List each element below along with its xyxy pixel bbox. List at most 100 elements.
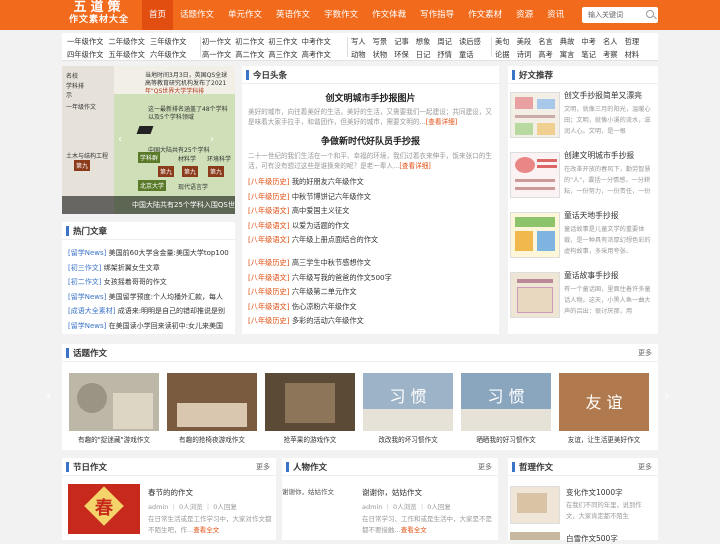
item-title[interactable]: 创文手抄报简单又漂亮 [564, 90, 642, 101]
cat-link[interactable]: 美段 [517, 36, 532, 48]
cat-link[interactable]: 高二作文 [235, 49, 264, 61]
cat-link[interactable]: 高一作文 [202, 49, 231, 61]
item-tag[interactable]: [八年级语文] [248, 302, 290, 311]
cat-link[interactable]: 寓言 [560, 49, 575, 61]
cat-link[interactable]: 初三作文 [268, 36, 297, 48]
list-item[interactable]: [八年级语文] 以爱为话题的作文 [248, 219, 494, 234]
more-link[interactable]: 更多 [638, 462, 652, 472]
cat-link[interactable]: 童话 [459, 49, 481, 61]
cat-link[interactable]: 典故 [560, 36, 575, 48]
cat-link[interactable]: 记事 [394, 36, 409, 48]
item-tag[interactable]: [留学News] [68, 322, 106, 330]
thumbnail-image[interactable] [510, 92, 560, 138]
item-tag[interactable]: [八年级历史] [248, 287, 290, 296]
list-item[interactable]: [八年级语文] 六年级写我的爸爸的作文500字 [248, 271, 494, 286]
list-item[interactable]: [八年级历史] 高三学生中秋节感想作文 [248, 256, 494, 271]
post-thumbnail[interactable] [510, 486, 560, 524]
site-logo[interactable]: 五道策 作文素材大全 [62, 1, 136, 29]
cat-link[interactable]: 周记 [437, 36, 452, 48]
item-tag[interactable]: [八年级语文] [248, 206, 290, 215]
cat-link[interactable]: 五年级作文 [108, 49, 144, 61]
more-link[interactable]: 更多 [478, 462, 492, 472]
item-tag[interactable]: [成语大全素材] [68, 307, 115, 315]
cat-link[interactable]: 初二作文 [235, 36, 264, 48]
more-link[interactable]: 更多 [256, 462, 270, 472]
item-tag[interactable]: [初三作文] [68, 264, 101, 272]
list-item[interactable]: [八年级语文] 伤心凉粉六年级作文 [248, 300, 494, 315]
nav-writing-guide[interactable]: 写作指导 [413, 0, 461, 30]
cat-link[interactable]: 六年级作文 [150, 49, 186, 61]
read-more-link[interactable]: [查看详细] [399, 162, 431, 170]
cat-link[interactable]: 一年级作文 [67, 36, 103, 48]
carousel-next-arrow-icon[interactable]: › [664, 388, 670, 404]
nav-home[interactable]: 首页 [142, 0, 174, 30]
cat-link[interactable]: 读后感 [459, 36, 481, 48]
nav-news[interactable]: 资讯 [540, 0, 571, 30]
cat-link[interactable]: 考察 [603, 49, 618, 61]
item-title[interactable]: 高中爱国主义征文 [292, 206, 350, 215]
thumbnail-image[interactable] [510, 212, 560, 258]
slider-next-arrow-icon[interactable]: › [210, 134, 214, 145]
cat-link[interactable]: 三年级作文 [150, 36, 186, 48]
topic-caption[interactable]: 改改我的坏习惯作文 [358, 434, 458, 444]
item-title[interactable]: 伤心凉粉六年级作文 [292, 302, 357, 311]
item-tag[interactable]: [留学News] [68, 249, 106, 257]
item-title[interactable]: 在美国读小学回来读初中:女儿来美国 [109, 322, 223, 330]
list-item[interactable]: [八年级历史] 我的好朋友六年级作文 [248, 175, 494, 190]
topic-image[interactable] [167, 373, 257, 431]
search-input[interactable]: 输入关键词 [582, 7, 658, 23]
topic-image[interactable]: 习 惯 [363, 373, 453, 431]
search-icon[interactable] [646, 10, 654, 18]
recommended-item[interactable]: 创建文明城市手抄报 在改革开放的春风下，勤劳智慧的"人"，囊括一分情感，一分耕耘… [510, 148, 656, 204]
recommended-item[interactable]: 创文手抄报简单又漂亮 文明，就像三月的阳光，温暖心田；文明，就像小溪的流水，滋润… [510, 88, 656, 144]
cat-link[interactable]: 诗词 [517, 49, 532, 61]
topic-caption[interactable]: 有趣的抢椅夜游戏作文 [162, 434, 262, 444]
item-title[interactable]: 童话天地手抄报 [564, 210, 619, 221]
cat-link[interactable]: 高三作文 [268, 49, 297, 61]
post-title[interactable]: 白雪作文500字 [566, 533, 618, 544]
cat-link[interactable]: 动物 [351, 49, 366, 61]
read-more-link[interactable]: [查看详细] [426, 118, 458, 126]
item-title[interactable]: 成语来:明明是自己的错却推说是别 [118, 307, 225, 315]
list-item[interactable]: [八年级历史] 多彩的活动六年级作文 [248, 314, 494, 329]
cat-link[interactable]: 材料 [625, 49, 640, 61]
topic-image[interactable] [69, 373, 159, 431]
broken-image-placeholder[interactable]: 谢谢你，姑姑作文 [282, 486, 334, 496]
list-item[interactable]: [初二作文] 女孩摇着哥哥的作文 [68, 275, 231, 290]
item-title[interactable]: 以爱为话题的作文 [292, 221, 350, 230]
topic-image[interactable]: 习 惯 [461, 373, 551, 431]
topic-caption[interactable]: 晒晒我的好习惯作文 [456, 434, 556, 444]
item-tag[interactable]: [八年级历史] [248, 258, 290, 267]
post-title[interactable]: 变化作文1000字 [566, 487, 623, 498]
item-title[interactable]: 六年级第二单元作文 [292, 287, 357, 296]
item-title[interactable]: 中秋节博饼记六年级作文 [292, 192, 371, 201]
cat-link[interactable]: 二年级作文 [108, 36, 144, 48]
item-tag[interactable]: [八年级历史] [248, 316, 290, 325]
item-tag[interactable]: [初二作文] [68, 278, 101, 286]
nav-unit-essay[interactable]: 单元作文 [221, 0, 269, 30]
topic-caption[interactable]: 友谊，让生活更美好作文 [554, 434, 654, 444]
cat-link[interactable]: 哲理 [625, 36, 640, 48]
list-item[interactable]: [八年级语文] 六年级上册点面结合的作文 [248, 233, 494, 248]
item-title[interactable]: 创建文明城市手抄报 [564, 150, 634, 161]
nav-essay-material[interactable]: 作文素材 [461, 0, 509, 30]
more-link[interactable]: 更多 [638, 348, 652, 358]
cat-link[interactable]: 美句 [495, 36, 510, 48]
item-tag[interactable]: [八年级历史] [248, 192, 290, 201]
list-item[interactable]: [初三作文] 绑架折翼女生文章 [68, 261, 231, 276]
item-title[interactable]: 美国前60大学含金量:美国大学top100 [109, 249, 229, 257]
list-item[interactable]: [八年级历史] 中秋节博饼记六年级作文 [248, 190, 494, 205]
topic-image[interactable]: 友 谊 [559, 373, 649, 431]
list-item[interactable]: [成语大全素材] 成语来:明明是自己的错却推说是别 [68, 304, 231, 319]
cat-link[interactable]: 环保 [394, 49, 409, 61]
read-more-link[interactable]: 查看全文 [193, 526, 219, 534]
item-tag[interactable]: [八年级语文] [248, 221, 290, 230]
cat-link[interactable]: 中考 [581, 36, 596, 48]
cat-link[interactable]: 想象 [416, 36, 431, 48]
item-title[interactable]: 女孩摇着哥哥的作文 [104, 278, 167, 286]
post-title[interactable]: 谢谢你，姑姑作文 [362, 487, 422, 498]
cat-link[interactable]: 名言 [538, 36, 553, 48]
carousel-prev-arrow-icon[interactable]: ‹ [46, 388, 52, 404]
nav-topic-essay[interactable]: 话题作文 [173, 0, 221, 30]
item-title[interactable]: 童话故事手抄报 [564, 270, 619, 281]
